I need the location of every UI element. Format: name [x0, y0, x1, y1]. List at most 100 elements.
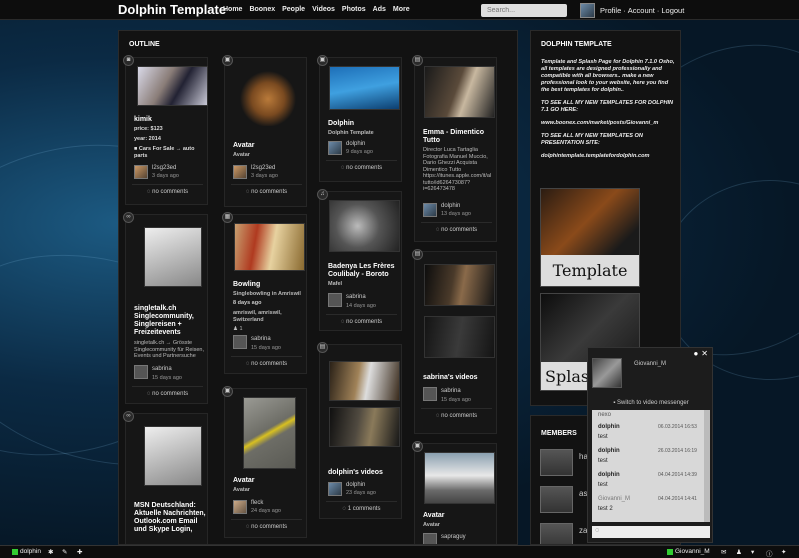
site-screenshot[interactable]: [144, 227, 202, 287]
nav-photos[interactable]: Photos: [342, 6, 366, 13]
user-name[interactable]: sabrina: [441, 388, 461, 394]
mail-icon[interactable]: ✉: [721, 548, 726, 556]
comments-link[interactable]: ◌ no comments: [225, 361, 308, 367]
user-avatar[interactable]: [233, 500, 247, 514]
outline-card[interactable]: ▤ dolphin's videos dolphin 23 days ago ◌…: [317, 342, 403, 519]
avatar-image[interactable]: [424, 452, 495, 504]
outline-card[interactable]: ∞ singletalk.ch Singlecommunity, Singler…: [123, 212, 209, 404]
nav-more[interactable]: More: [393, 6, 410, 13]
chat-scrollbar[interactable]: [704, 410, 710, 522]
card-title[interactable]: Dolphin: [328, 120, 354, 128]
outline-card[interactable]: ▦ Bowling Singlebowling in Amriswil 8 da…: [222, 212, 308, 374]
card-title[interactable]: MSN Deutschland: Aktuelle Nachrichten, O…: [134, 502, 209, 534]
comments-link[interactable]: ◌ no comments: [415, 227, 498, 233]
settings-icon[interactable]: ✦: [781, 548, 786, 556]
switch-video-button[interactable]: ▪ Switch to video messenger: [592, 400, 710, 406]
user-avatar[interactable]: [134, 365, 148, 379]
video-thumbnail[interactable]: [424, 264, 495, 306]
user-avatar[interactable]: [423, 533, 437, 544]
user-avatar[interactable]: [233, 335, 247, 349]
info-icon[interactable]: ⓘ: [766, 548, 773, 558]
avatar-image[interactable]: [235, 66, 301, 126]
card-title[interactable]: Avatar: [233, 477, 255, 485]
comments-link[interactable]: ◌ no comments: [320, 165, 403, 171]
close-icon[interactable]: ✕: [701, 349, 708, 358]
search-input[interactable]: [481, 4, 567, 17]
comments-link[interactable]: ◌ no comments: [225, 189, 308, 195]
outline-card[interactable]: ▤ Emma - Dimentico Tutto Director Luca T…: [412, 55, 498, 242]
member-avatar[interactable]: [540, 449, 573, 476]
card-title[interactable]: Bowling: [233, 281, 260, 289]
add-icon[interactable]: ✚: [77, 548, 82, 556]
nav-people[interactable]: People: [282, 6, 305, 13]
nav-home[interactable]: Home: [223, 6, 242, 13]
outline-card[interactable]: ◙ kimik price: $123 year: 2014 ■ Cars Fo…: [123, 55, 209, 205]
comments-link[interactable]: ◌ no comments: [225, 524, 308, 530]
ad-photo[interactable]: [137, 66, 208, 106]
template-preview-image[interactable]: Template: [540, 188, 640, 287]
site-screenshot[interactable]: [144, 426, 202, 486]
user-avatar[interactable]: [328, 293, 342, 307]
nav-boonex[interactable]: Boonex: [249, 6, 275, 13]
music-cover[interactable]: [329, 200, 400, 252]
user-avatar[interactable]: [423, 203, 437, 217]
outline-card[interactable]: ▣ Dolphin Dolphin Template dolphin 9 day…: [317, 55, 403, 182]
edit-icon[interactable]: ✎: [62, 548, 67, 556]
gear-icon[interactable]: ✱: [48, 548, 53, 556]
user-name[interactable]: l2sg23ed: [251, 165, 275, 171]
video-thumbnail[interactable]: [329, 361, 400, 401]
outline-card[interactable]: ▣ Avatar Avatar sapraguy: [412, 441, 497, 544]
video-thumbnail[interactable]: [424, 66, 495, 118]
presentation-link[interactable]: dolphintemplate.templatefordolphin.com: [541, 153, 675, 160]
video-thumbnail[interactable]: [329, 407, 400, 447]
category-label[interactable]: Cars For Sale → auto parts: [134, 146, 195, 159]
user-name[interactable]: l2sg23ed: [152, 165, 176, 171]
card-title[interactable]: Avatar: [423, 512, 445, 520]
site-logo[interactable]: Dolphin Template: [118, 2, 226, 17]
nav-ads[interactable]: Ads: [373, 6, 386, 13]
chat-input[interactable]: ◌: [592, 526, 710, 538]
comments-link[interactable]: ◌ no comments: [126, 189, 209, 195]
member-avatar[interactable]: [540, 523, 573, 544]
outline-card[interactable]: ∞ MSN Deutschland: Aktuelle Nachrichten,…: [123, 411, 209, 544]
comments-link[interactable]: ◌ no comments: [126, 391, 209, 397]
card-title[interactable]: Badenya Les Frères Coulibaly - Boroto: [328, 263, 403, 279]
comments-link[interactable]: ◌ no comments: [415, 413, 498, 419]
video-thumbnail[interactable]: [424, 316, 495, 358]
user-name[interactable]: sabrina: [251, 336, 271, 342]
profile-link[interactable]: Profile: [600, 6, 621, 15]
chat-user-avatar[interactable]: [592, 358, 622, 388]
outline-card[interactable]: ▤ sabrina's videos sabrina 15 days ago ◌…: [412, 249, 498, 434]
toolbar-chat-user[interactable]: Giovanni_M: [675, 548, 710, 555]
user-name[interactable]: sabrina: [346, 294, 366, 300]
card-title[interactable]: Emma - Dimentico Tutto: [423, 129, 498, 145]
account-link[interactable]: Account: [628, 6, 655, 15]
logout-link[interactable]: Logout: [661, 6, 684, 15]
user-avatar[interactable]: [423, 387, 437, 401]
member-avatar[interactable]: [540, 486, 573, 513]
user-avatar[interactable]: [233, 165, 247, 179]
card-title[interactable]: Avatar: [233, 142, 255, 150]
comments-link[interactable]: ◌ 1 comments: [320, 506, 403, 512]
outline-card[interactable]: ▣ Avatar Avatar l2sg23ed 3 days ago ◌ no…: [222, 55, 308, 207]
user-avatar[interactable]: [134, 165, 148, 179]
cart-icon[interactable]: ▾: [751, 548, 754, 556]
card-title[interactable]: dolphin's videos: [328, 469, 383, 477]
user-avatar[interactable]: [580, 3, 595, 18]
user-name[interactable]: sabrina: [152, 366, 172, 372]
toolbar-user[interactable]: dolphin: [20, 548, 41, 555]
user-name[interactable]: dolphin: [346, 141, 365, 147]
ad-category[interactable]: ■ Cars For Sale → auto parts: [134, 146, 206, 159]
avatar-image[interactable]: [243, 397, 296, 469]
comments-link[interactable]: ◌ no comments: [320, 319, 403, 325]
chat-user-name[interactable]: Giovanni_M: [634, 361, 666, 367]
user-avatar[interactable]: [328, 482, 342, 496]
event-photo[interactable]: [234, 223, 305, 271]
outline-card[interactable]: ♫ Badenya Les Frères Coulibaly - Boroto …: [317, 189, 403, 331]
friends-icon[interactable]: ♟: [736, 548, 742, 556]
card-title[interactable]: singletalk.ch Singlecommunity, Singlerei…: [134, 305, 209, 337]
user-name[interactable]: fleck: [251, 500, 263, 506]
nav-videos[interactable]: Videos: [312, 6, 335, 13]
card-title[interactable]: sabrina's videos: [423, 374, 478, 382]
outline-card[interactable]: ▣ Avatar Avatar fleck 24 days ago ◌ no c…: [222, 386, 308, 538]
